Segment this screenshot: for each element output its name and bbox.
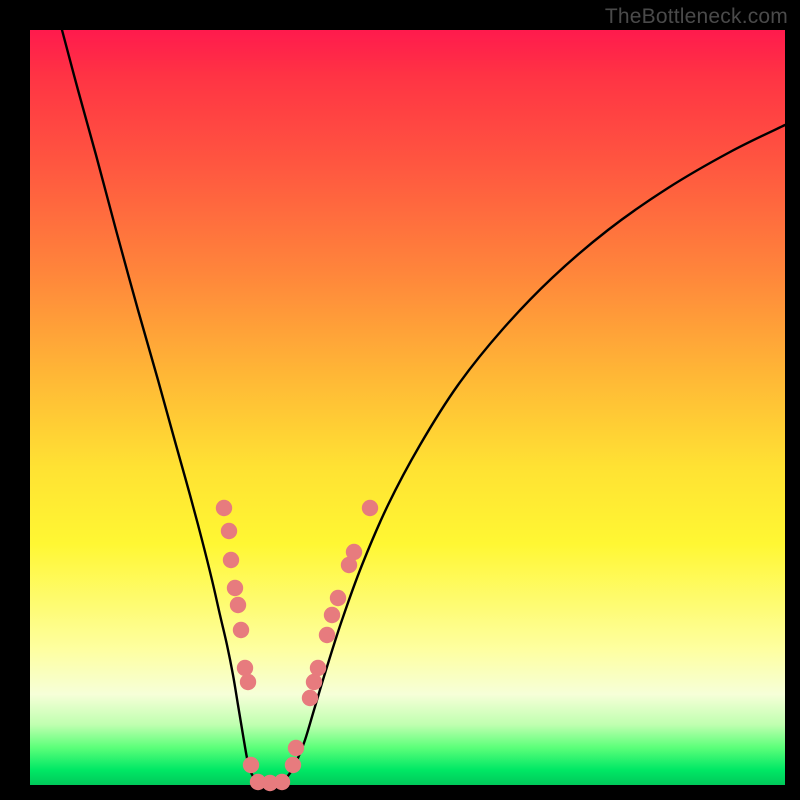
- data-marker: [221, 523, 237, 539]
- chart-plot-area: [30, 30, 785, 785]
- data-marker: [230, 597, 246, 613]
- data-marker: [310, 660, 326, 676]
- data-marker: [227, 580, 243, 596]
- data-marker: [330, 590, 346, 606]
- markers-right: [285, 500, 378, 773]
- data-marker: [274, 774, 290, 790]
- data-marker: [216, 500, 232, 516]
- data-marker: [243, 757, 259, 773]
- curve-right: [262, 125, 785, 784]
- data-marker: [237, 660, 253, 676]
- data-marker: [302, 690, 318, 706]
- data-marker: [306, 674, 322, 690]
- data-marker: [362, 500, 378, 516]
- data-marker: [240, 674, 256, 690]
- data-marker: [319, 627, 335, 643]
- data-marker: [324, 607, 340, 623]
- curve-left: [62, 30, 262, 784]
- chart-frame: TheBottleneck.com: [0, 0, 800, 800]
- data-marker: [223, 552, 239, 568]
- chart-svg: [30, 30, 785, 785]
- data-marker: [288, 740, 304, 756]
- watermark-text: TheBottleneck.com: [605, 5, 788, 29]
- data-marker: [233, 622, 249, 638]
- data-marker: [346, 544, 362, 560]
- data-marker: [285, 757, 301, 773]
